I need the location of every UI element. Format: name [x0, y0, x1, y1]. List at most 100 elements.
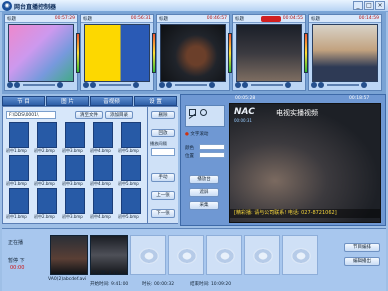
monitor-4[interactable]: 标题 00:04:55: [232, 14, 308, 91]
replay-button[interactable]: 回放: [151, 129, 175, 137]
delete-button[interactable]: 删除: [151, 111, 175, 119]
monitor-screen: [8, 24, 74, 82]
monitor-time: 00:57:29: [54, 16, 75, 21]
thumbnail-image: [93, 155, 113, 181]
monitor-controls[interactable]: [311, 82, 381, 89]
thumbnail-item[interactable]: 初中1.bmp: [6, 188, 32, 220]
monitor-row: 标题 00:57:29 标题 00:56:31 标题 00:46:57 标题 0…: [2, 12, 386, 94]
empty-slot[interactable]: [130, 235, 166, 275]
thumbnail-item[interactable]: 初中4.bmp: [90, 155, 116, 187]
empty-slot[interactable]: [168, 235, 204, 275]
thumbnail-item[interactable]: 初中5.bmp: [118, 188, 144, 220]
tab-program[interactable]: 节 目: [2, 96, 45, 106]
thumbnail-item[interactable]: 初中3.bmp: [62, 155, 88, 187]
live-badge: [261, 16, 281, 22]
thumbnail-item[interactable]: 初中4.bmp: [90, 188, 116, 220]
empty-slot[interactable]: [206, 235, 242, 275]
elapsed-time: 00:00: [10, 265, 25, 271]
preview-time-right: 00:18:57: [349, 96, 370, 101]
monitor-controls[interactable]: [235, 82, 305, 89]
thumbnail-caption: 初中3.bmp: [62, 214, 83, 219]
interval-input[interactable]: [151, 148, 175, 156]
thumbnail-image: [121, 155, 141, 181]
monitor-header: 标题 00:14:59: [309, 15, 381, 23]
color-select[interactable]: [199, 144, 225, 150]
thumbnail-item[interactable]: 初中2.bmp: [34, 122, 60, 154]
monitor-label: 标题: [7, 17, 16, 22]
interval-label: 播放间隔: [150, 141, 167, 146]
scroll-text-check[interactable]: ● 文字滚动: [185, 131, 208, 137]
thumbnail-image: [9, 122, 29, 148]
preview-panel: 00:05:28 00:18:57 ● 文字滚动 颜色 位置 播放台 遮屏 采集…: [180, 94, 386, 226]
thumbnail-image: [37, 188, 57, 214]
thumbnail-image: [65, 155, 85, 181]
path-input[interactable]: F:\DDS\0001\: [6, 111, 56, 119]
ticker-text: [精彩播: 请与公司联系! 电话: 027-8721062]: [230, 209, 380, 218]
thumbnail-item[interactable]: 初中5.bmp: [118, 122, 144, 154]
monitor-controls[interactable]: [83, 82, 153, 89]
preview-screen[interactable]: NAC 电视实播视频 00:00:31 [精彩播: 请与公司联系! 电话: 02…: [229, 103, 381, 223]
thumbnail-item[interactable]: 初中4.bmp: [90, 122, 116, 154]
empty-slot[interactable]: [244, 235, 280, 275]
empty-slot[interactable]: [282, 235, 318, 275]
thumbnail-grid: 初中1.bmp 初中2.bmp 初中3.bmp 初中4.bmp 初中5.bmp 初中1.b…: [6, 122, 146, 222]
file-name: VA0(2)abcdef.avi: [48, 277, 87, 282]
shape-tools: [185, 105, 225, 127]
clear-files-button[interactable]: 清至文件: [75, 111, 103, 119]
thumbnail-image: [121, 122, 141, 148]
thumbnail-caption: 初中1.bmp: [6, 181, 27, 186]
thumbnail-item[interactable]: 初中5.bmp: [118, 155, 144, 187]
thumbnail-item[interactable]: 初中2.bmp: [34, 188, 60, 220]
channel-logo: NAC: [234, 107, 255, 117]
ellipse-tool-icon[interactable]: [200, 109, 207, 116]
monitor-header: 标题 00:46:57: [157, 15, 229, 23]
tab-settings[interactable]: 设 置: [134, 96, 177, 106]
monitor-header: 标题 00:04:55: [233, 15, 305, 23]
video-frame: [230, 104, 380, 222]
monitor-screen: [312, 24, 378, 82]
monitor-controls[interactable]: [159, 82, 229, 89]
previous-button[interactable]: 上一张: [151, 191, 175, 200]
position-select[interactable]: [199, 152, 225, 158]
monitor-time: 00:46:57: [206, 16, 227, 21]
monitor-header: 标题 00:57:29: [5, 15, 77, 23]
edit-broadcast-button[interactable]: 编辑播出: [344, 257, 380, 266]
playlist-item-1[interactable]: [50, 235, 88, 275]
close-button[interactable]: ×: [375, 1, 385, 10]
maximize-button[interactable]: □: [364, 1, 374, 10]
thumbnail-item[interactable]: 初中1.bmp: [6, 122, 32, 154]
monitor-screen: [236, 24, 302, 82]
start-time: 开始时间: 9:41:00: [90, 282, 129, 287]
monitor-5[interactable]: 标题 00:14:59: [308, 14, 382, 91]
mask-button[interactable]: 遮屏: [189, 188, 219, 197]
disc-icon: [177, 248, 197, 264]
playlist-item-2[interactable]: [90, 235, 128, 275]
manual-button[interactable]: 手动: [151, 173, 175, 182]
thumbnail-caption: 初中2.bmp: [34, 148, 55, 153]
tab-images[interactable]: 图 片: [46, 96, 89, 106]
program-schedule-button[interactable]: 节目编排: [344, 243, 380, 252]
thumbnail-item[interactable]: 初中1.bmp: [6, 155, 32, 187]
monitor-2[interactable]: 标题 00:56:31: [80, 14, 156, 91]
tab-bar: 节 目 图 片 音视频 设 置: [2, 96, 178, 106]
position-label: 位置: [185, 154, 194, 159]
disc-icon: [215, 248, 235, 264]
minimize-button[interactable]: _: [353, 1, 363, 10]
monitor-3[interactable]: 标题 00:46:57: [156, 14, 232, 91]
tab-media[interactable]: 音视频: [90, 96, 133, 106]
thumbnail-image: [9, 155, 29, 181]
broadcast-button[interactable]: 播放台: [189, 175, 219, 184]
thumbnail-caption: 初中4.bmp: [90, 148, 111, 153]
monitor-screen: [160, 24, 226, 82]
monitor-label: 标题: [159, 17, 168, 22]
image-list-panel: F:\DDS\0001\ 清至文件 添加目录 初中1.bmp 初中2.bmp 初中3…: [2, 106, 148, 224]
monitor-controls[interactable]: [7, 82, 77, 89]
thumbnail-item[interactable]: 初中3.bmp: [62, 122, 88, 154]
add-directory-button[interactable]: 添加目录: [105, 111, 133, 119]
capture-button[interactable]: 采集: [189, 201, 219, 210]
thumbnail-item[interactable]: 初中3.bmp: [62, 188, 88, 220]
thumbnail-image: [93, 122, 113, 148]
monitor-1[interactable]: 标题 00:57:29: [4, 14, 80, 91]
next-button[interactable]: 下一张: [151, 209, 175, 218]
thumbnail-item[interactable]: 初中2.bmp: [34, 155, 60, 187]
